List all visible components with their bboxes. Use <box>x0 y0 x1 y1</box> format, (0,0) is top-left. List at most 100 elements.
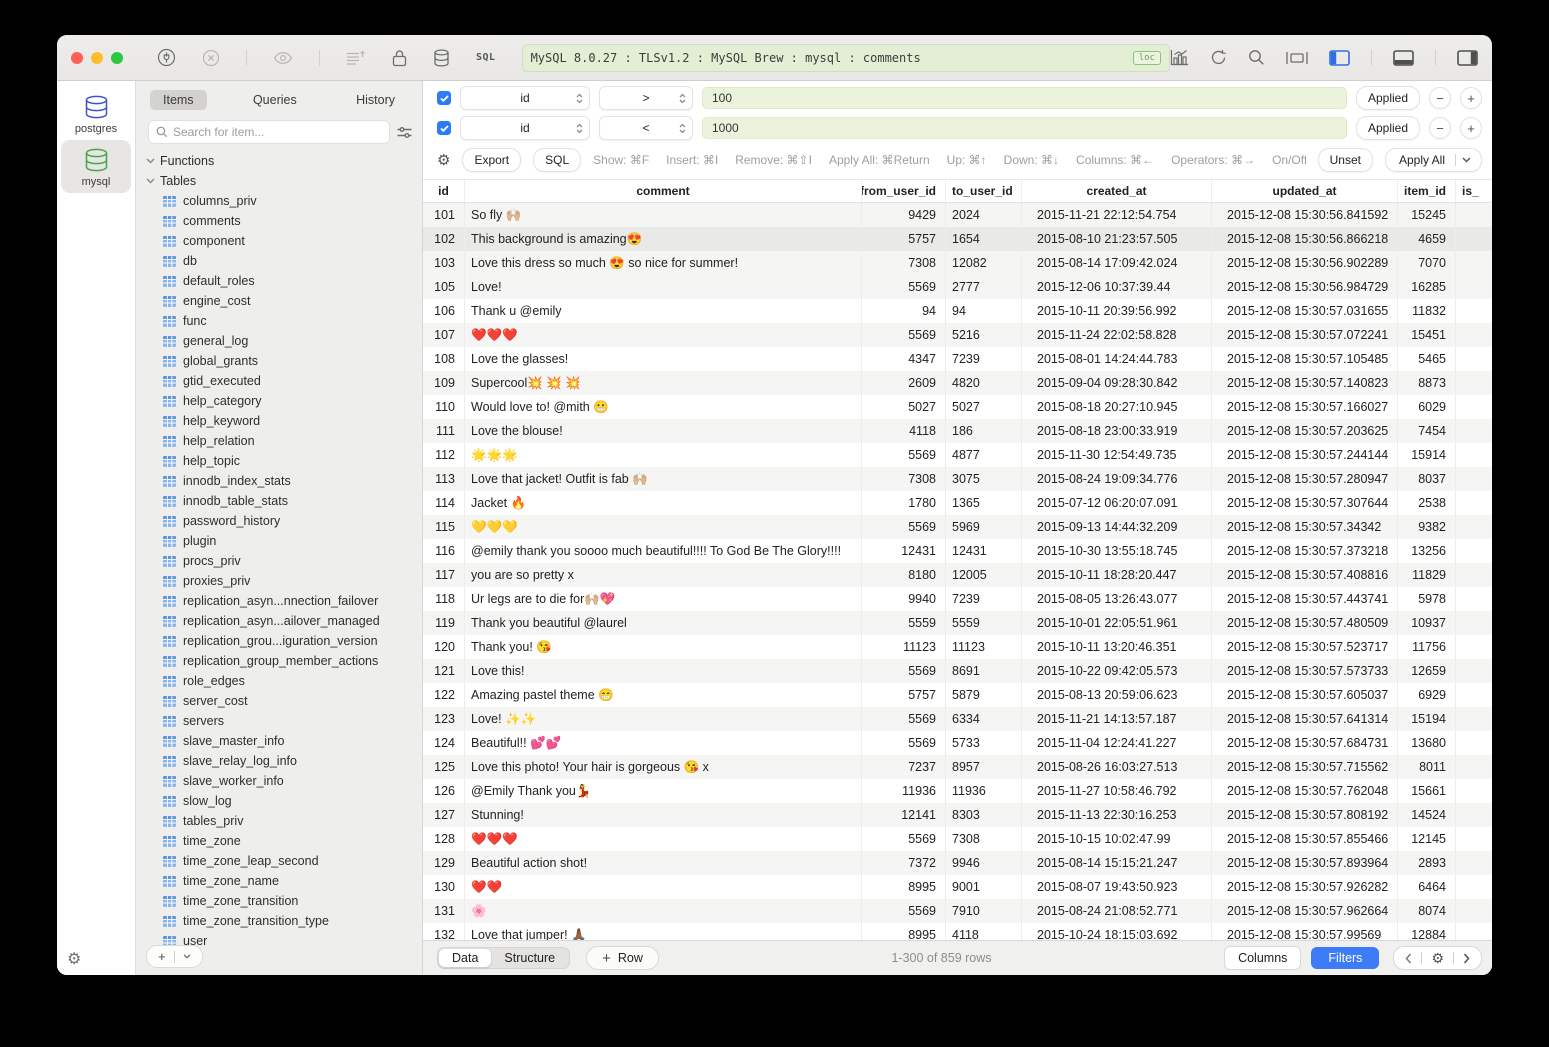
cell-created_at[interactable]: 2015-12-06 10:37:39.44 <box>1022 275 1212 299</box>
cell-created_at[interactable]: 2015-11-21 22:12:54.754 <box>1022 203 1212 227</box>
filter-settings-gear-icon[interactable]: ⚙ <box>437 151 450 169</box>
cell-to_user_id[interactable]: 5969 <box>946 515 1022 539</box>
filters-button[interactable]: Filters <box>1311 947 1379 969</box>
sidebar-table-item[interactable]: default_roles <box>136 271 422 291</box>
cell-updated_at[interactable]: 2015-12-08 15:30:57.641314 <box>1212 707 1398 731</box>
cell-id[interactable]: 130 <box>423 875 465 899</box>
cell-is_[interactable] <box>1456 611 1492 635</box>
cell-id[interactable]: 110 <box>423 395 465 419</box>
table-row[interactable]: 101So fly 🙌🏼942920242015-11-21 22:12:54.… <box>423 203 1492 227</box>
remove-filter-button[interactable]: − <box>1429 87 1451 109</box>
sidebar-table-item[interactable]: help_relation <box>136 431 422 451</box>
cell-id[interactable]: 101 <box>423 203 465 227</box>
table-row[interactable]: 122Amazing pastel theme 😁575758792015-08… <box>423 683 1492 707</box>
cell-id[interactable]: 119 <box>423 611 465 635</box>
cell-updated_at[interactable]: 2015-12-08 15:30:57.408816 <box>1212 563 1398 587</box>
cell-updated_at[interactable]: 2015-12-08 15:30:57.373218 <box>1212 539 1398 563</box>
cell-id[interactable]: 105 <box>423 275 465 299</box>
tab-history[interactable]: History <box>343 90 408 110</box>
cell-to_user_id[interactable]: 1654 <box>946 227 1022 251</box>
tab-queries[interactable]: Queries <box>240 90 310 110</box>
apply-all-button[interactable]: Apply All <box>1385 148 1482 172</box>
filter-value-input[interactable]: 100 <box>702 87 1347 109</box>
cell-item_id[interactable]: 8037 <box>1398 467 1456 491</box>
cell-id[interactable]: 124 <box>423 731 465 755</box>
cell-created_at[interactable]: 2015-10-01 22:05:51.961 <box>1022 611 1212 635</box>
cell-created_at[interactable]: 2015-08-24 21:08:52.771 <box>1022 899 1212 923</box>
cell-id[interactable]: 123 <box>423 707 465 731</box>
commit-list-icon[interactable] <box>346 50 366 66</box>
cell-updated_at[interactable]: 2015-12-08 15:30:57.244144 <box>1212 443 1398 467</box>
table-row[interactable]: 110Would love to! @mith 😬502750272015-08… <box>423 395 1492 419</box>
cell-comment[interactable]: Thank you! 😘 <box>465 635 862 659</box>
cell-updated_at[interactable]: 2015-12-08 15:30:56.841592 <box>1212 203 1398 227</box>
cell-id[interactable]: 122 <box>423 683 465 707</box>
table-row[interactable]: 107❤️❤️❤️556952162015-11-24 22:02:58.828… <box>423 323 1492 347</box>
cell-id[interactable]: 120 <box>423 635 465 659</box>
cell-comment[interactable]: Love the glasses! <box>465 347 862 371</box>
cell-is_[interactable] <box>1456 227 1492 251</box>
cell-from_user_id[interactable]: 11936 <box>862 779 946 803</box>
cell-id[interactable]: 113 <box>423 467 465 491</box>
table-row[interactable]: 119Thank you beautiful @laurel5559555920… <box>423 611 1492 635</box>
search-icon[interactable] <box>1248 49 1265 66</box>
cell-is_[interactable] <box>1456 203 1492 227</box>
cell-comment[interactable]: Beautiful!! 💕💕 <box>465 731 862 755</box>
cell-is_[interactable] <box>1456 779 1492 803</box>
cell-to_user_id[interactable]: 5879 <box>946 683 1022 707</box>
cell-id[interactable]: 127 <box>423 803 465 827</box>
cell-item_id[interactable]: 15661 <box>1398 779 1456 803</box>
cell-comment[interactable]: Love this! <box>465 659 862 683</box>
cell-to_user_id[interactable]: 2777 <box>946 275 1022 299</box>
column-header-created_at[interactable]: created_at <box>1022 180 1212 202</box>
cell-to_user_id[interactable]: 11936 <box>946 779 1022 803</box>
tab-data[interactable]: Data <box>439 949 491 967</box>
cell-updated_at[interactable]: 2015-12-08 15:30:56.866218 <box>1212 227 1398 251</box>
column-header-from_user_id[interactable]: from_user_id <box>862 180 946 202</box>
cell-from_user_id[interactable]: 5569 <box>862 323 946 347</box>
cell-created_at[interactable]: 2015-11-04 12:24:41.227 <box>1022 731 1212 755</box>
cell-item_id[interactable]: 15245 <box>1398 203 1456 227</box>
sidebar-table-item[interactable]: innodb_index_stats <box>136 471 422 491</box>
connection-mysql[interactable]: mysql <box>61 140 131 193</box>
sidebar-table-item[interactable]: password_history <box>136 511 422 531</box>
cell-updated_at[interactable]: 2015-12-08 15:30:57.307644 <box>1212 491 1398 515</box>
cell-item_id[interactable]: 4659 <box>1398 227 1456 251</box>
table-row[interactable]: 105Love!556927772015-12-06 10:37:39.4420… <box>423 275 1492 299</box>
cell-is_[interactable] <box>1456 659 1492 683</box>
table-row[interactable]: 132Love that jumper! 🙏🏾899541182015-10-2… <box>423 923 1492 940</box>
cell-created_at[interactable]: 2015-08-10 21:23:57.505 <box>1022 227 1212 251</box>
sidebar-table-item[interactable]: time_zone_transition_type <box>136 911 422 931</box>
close-window-button[interactable] <box>71 52 83 64</box>
cell-updated_at[interactable]: 2015-12-08 15:30:56.902289 <box>1212 251 1398 275</box>
table-row[interactable]: 127Stunning!1214183032015-11-13 22:30:16… <box>423 803 1492 827</box>
cell-updated_at[interactable]: 2015-12-08 15:30:57.166027 <box>1212 395 1398 419</box>
cell-comment[interactable]: 🌸 <box>465 899 862 923</box>
cell-is_[interactable] <box>1456 371 1492 395</box>
table-row[interactable]: 108Love the glasses!434772392015-08-01 1… <box>423 347 1492 371</box>
table-row[interactable]: 102This background is amazing😍5757165420… <box>423 227 1492 251</box>
table-row[interactable]: 128❤️❤️❤️556973082015-10-15 10:02:47.992… <box>423 827 1492 851</box>
add-filter-button[interactable]: + <box>1460 117 1482 139</box>
cell-comment[interactable]: @Emily Thank you💃 <box>465 779 862 803</box>
cell-created_at[interactable]: 2015-09-13 14:44:32.209 <box>1022 515 1212 539</box>
cell-created_at[interactable]: 2015-08-07 19:43:50.923 <box>1022 875 1212 899</box>
cell-item_id[interactable]: 15194 <box>1398 707 1456 731</box>
cell-created_at[interactable]: 2015-10-22 09:42:05.573 <box>1022 659 1212 683</box>
cell-updated_at[interactable]: 2015-12-08 15:30:57.203625 <box>1212 419 1398 443</box>
sidebar-table-item[interactable]: general_log <box>136 331 422 351</box>
cell-from_user_id[interactable]: 5569 <box>862 443 946 467</box>
cell-item_id[interactable]: 11756 <box>1398 635 1456 659</box>
cell-to_user_id[interactable]: 7239 <box>946 587 1022 611</box>
cell-id[interactable]: 131 <box>423 899 465 923</box>
cell-item_id[interactable]: 5465 <box>1398 347 1456 371</box>
column-header-id[interactable]: id <box>423 180 465 202</box>
cell-item_id[interactable]: 6464 <box>1398 875 1456 899</box>
cell-updated_at[interactable]: 2015-12-08 15:30:57.280947 <box>1212 467 1398 491</box>
cell-updated_at[interactable]: 2015-12-08 15:30:57.808192 <box>1212 803 1398 827</box>
table-row[interactable]: 115💛💛💛556959692015-09-13 14:44:32.209201… <box>423 515 1492 539</box>
cell-id[interactable]: 111 <box>423 419 465 443</box>
cell-to_user_id[interactable]: 5733 <box>946 731 1022 755</box>
cell-from_user_id[interactable]: 11123 <box>862 635 946 659</box>
cell-created_at[interactable]: 2015-08-14 15:15:21.247 <box>1022 851 1212 875</box>
